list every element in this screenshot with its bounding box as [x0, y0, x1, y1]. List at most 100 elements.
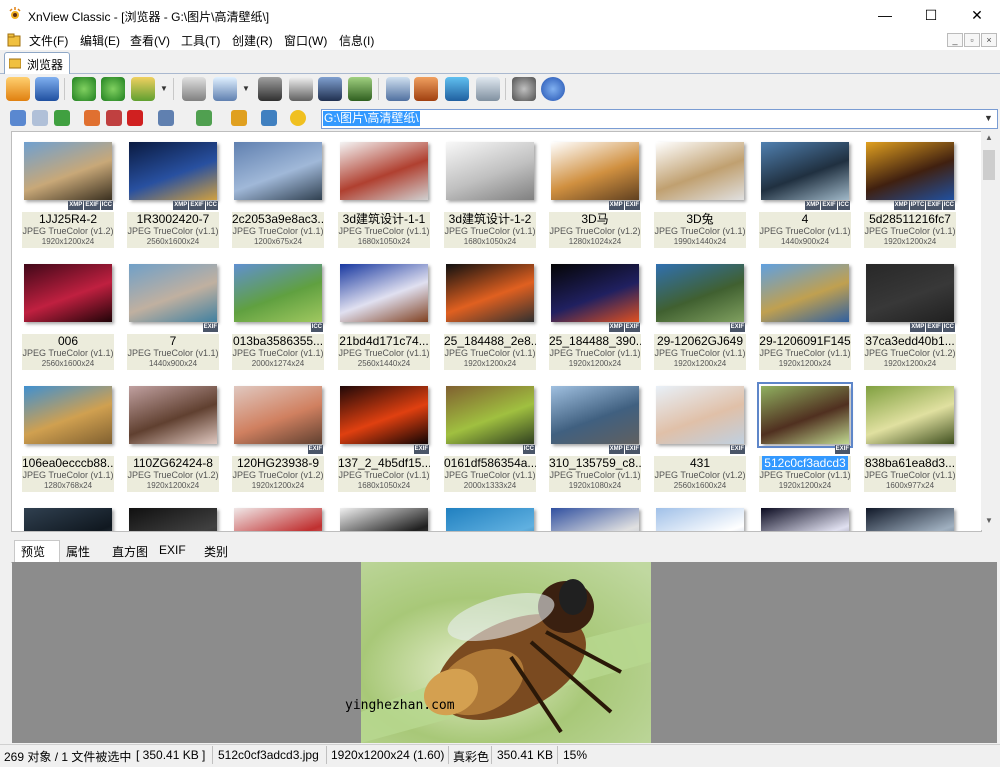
thumbnail-item[interactable]: EXIF 7 JPEG TrueColor (v1.1) 1440x900x24 [123, 260, 223, 370]
thumbnail-image[interactable] [761, 508, 849, 531]
thumbnail-item[interactable] [18, 504, 118, 531]
thumbnail-image[interactable] [866, 508, 954, 531]
tab-exif[interactable]: EXIF [159, 543, 186, 557]
thumbnail-item[interactable]: XMP IPTC EXIF ICC 5d28511216fc7 JPEG TrueColo… [860, 138, 960, 248]
thumbnail-image[interactable] [129, 508, 217, 531]
thumbnail-item[interactable]: 110ZG62424-8 JPEG TrueColor (v1.2) 1920x12… [123, 382, 223, 492]
thumbnail-item[interactable]: EXIF 29-12062GJ649 JPEG TrueColor (v1.1) 19… [650, 260, 750, 370]
thumbnail-item[interactable]: XMP EXIF ICC 1R3002420-7 JPEG TrueColor (v1.… [123, 138, 223, 248]
forward-arrow-icon[interactable] [32, 110, 48, 126]
copy-to-icon[interactable] [213, 77, 237, 101]
copy-dropdown-icon[interactable]: ▼ [242, 84, 250, 93]
rotate-right-icon[interactable] [101, 77, 125, 101]
thumbnail-item[interactable]: EXIF 137_2_4b5df15... JPEG TrueColor (v1.1… [334, 382, 434, 492]
thumbnail-image[interactable] [234, 508, 322, 531]
delete-icon[interactable] [127, 110, 143, 126]
thumbnail-image[interactable] [656, 264, 744, 322]
tab-preview[interactable]: 预览 [21, 543, 45, 560]
close-button[interactable]: ✕ [954, 0, 1000, 30]
thumbnail-item[interactable]: EXIF 120HG23938-9 JPEG TrueColor (v1.2) 192… [228, 382, 328, 492]
thumbnail-item[interactable] [860, 504, 960, 531]
settings-gear-icon[interactable] [512, 77, 536, 101]
back-arrow-icon[interactable] [10, 110, 26, 126]
thumbnail-image[interactable] [340, 508, 428, 531]
thumbnail-image[interactable] [340, 142, 428, 200]
thumbnail-image[interactable] [24, 264, 112, 322]
minimize-button[interactable]: — [862, 0, 908, 30]
address-input[interactable]: G:\图片\高清壁纸\ [323, 111, 420, 126]
info-icon[interactable] [541, 77, 565, 101]
thumbnail-item[interactable]: 3d建筑设计-1-1 JPEG TrueColor (v1.1) 1680x1050… [334, 138, 434, 248]
up-folder-icon[interactable] [54, 110, 70, 126]
open-browser-icon[interactable] [6, 77, 30, 101]
thumbnail-item[interactable]: XMP EXIF ICC 4 JPEG TrueColor (v1.1) 1440x900… [755, 138, 855, 248]
thumbnail-image[interactable] [866, 264, 954, 322]
rename-icon[interactable] [106, 110, 122, 126]
scroll-up-icon[interactable]: ▲ [982, 133, 996, 145]
scanner-icon[interactable] [318, 77, 342, 101]
mdi-restore-button[interactable]: ▫ [964, 33, 980, 47]
thumbnail-item[interactable]: 2c2053a9e8ac3... JPEG TrueColor (v1.1) 120… [228, 138, 328, 248]
favorites-star-icon[interactable] [290, 110, 306, 126]
menu-info[interactable]: 信息(I) [339, 32, 374, 49]
contact-sheet-icon[interactable] [476, 77, 500, 101]
thumbnail-image[interactable] [656, 142, 744, 200]
thumbnail-item[interactable] [650, 504, 750, 531]
slideshow-icon[interactable] [182, 77, 206, 101]
thumbnail-item[interactable]: XMP EXIF ICC 37ca3edd40b1... JPEG TrueColor … [860, 260, 960, 370]
tab-histogram[interactable]: 直方图 [112, 543, 148, 560]
thumbnail-image[interactable] [129, 264, 217, 322]
web-page-icon[interactable] [445, 77, 469, 101]
thumbnail-item[interactable] [545, 504, 645, 531]
batch-convert-icon[interactable] [348, 77, 372, 101]
rotate-left-icon[interactable] [72, 77, 96, 101]
thumbnail-item[interactable] [228, 504, 328, 531]
mdi-close-button[interactable]: × [981, 33, 997, 47]
thumbnail-item[interactable]: XMP EXIF ICC 1JJ25R4-2 JPEG TrueColor (v1.2)… [18, 138, 118, 248]
tab-properties[interactable]: 属性 [66, 543, 90, 560]
thumbnail-image[interactable] [551, 508, 639, 531]
thumbnail-item[interactable] [334, 504, 434, 531]
thumbnail-image[interactable] [866, 386, 954, 444]
thumbnail-item[interactable]: 106ea0ecccb88... JPEG TrueColor (v1.1) 128… [18, 382, 118, 492]
thumbnail-image[interactable] [446, 264, 534, 322]
thumbnail-item[interactable]: EXIF 431 JPEG TrueColor (v1.2) 2560x1600x24 [650, 382, 750, 492]
tab-browser[interactable]: 浏览器 [4, 52, 70, 74]
thumbnail-image[interactable] [866, 142, 954, 200]
thumbnail-image[interactable] [761, 264, 849, 322]
thumbnail-item[interactable]: 3D兔 JPEG TrueColor (v1.1) 1990x1440x24 [650, 138, 750, 248]
thumbnail-image[interactable] [340, 386, 428, 444]
thumbnail-image[interactable] [24, 386, 112, 444]
thumbnail-item[interactable]: XMP EXIF 3D马 JPEG TrueColor (v1.2) 1280x1024… [545, 138, 645, 248]
binoculars-search-icon[interactable] [258, 77, 282, 101]
thumbnail-item[interactable] [755, 504, 855, 531]
thumbnail-image[interactable] [446, 142, 534, 200]
menu-tools[interactable]: 工具(T) [181, 32, 220, 49]
convert-icon[interactable] [131, 77, 155, 101]
address-bar[interactable] [321, 109, 998, 129]
thumbnail-item[interactable]: 006 JPEG TrueColor (v1.1) 2560x1600x24 [18, 260, 118, 370]
thumbnail-item[interactable]: XMP EXIF 310_135759_c8... JPEG TrueColor (v… [545, 382, 645, 492]
maximize-button[interactable]: ☐ [908, 0, 954, 30]
horizontal-splitter[interactable] [11, 532, 997, 540]
capture-icon[interactable] [386, 77, 410, 101]
thumbnail-image[interactable] [656, 386, 744, 444]
mdi-minimize-button[interactable]: _ [947, 33, 963, 47]
thumbnail-item[interactable] [123, 504, 223, 531]
thumbnail-item[interactable]: 21bd4d171c74... JPEG TrueColor (v1.1) 2560… [334, 260, 434, 370]
sort-icon[interactable] [196, 110, 212, 126]
scrollbar-thumb[interactable] [983, 150, 995, 180]
convert-dropdown-icon[interactable]: ▼ [160, 84, 168, 93]
thumbnail-image[interactable] [757, 382, 853, 448]
address-dropdown-icon[interactable]: ▼ [984, 113, 993, 123]
thumbnail-image[interactable] [234, 142, 322, 200]
left-splitter[interactable] [0, 131, 10, 531]
menu-file[interactable]: 文件(F) [29, 32, 68, 49]
thumbnail-item[interactable] [440, 504, 540, 531]
thumbnail-item[interactable]: ICC 0161df586354a... JPEG TrueColor (v1.1)… [440, 382, 540, 492]
filter-icon[interactable] [231, 110, 247, 126]
thumbnail-item[interactable]: 29-1206091F145 JPEG TrueColor (v1.1) 1920x… [755, 260, 855, 370]
print-icon[interactable] [289, 77, 313, 101]
thumbnail-item[interactable]: ICC 013ba3586355... JPEG TrueColor (v1.1) 2… [228, 260, 328, 370]
menu-edit[interactable]: 编辑(E) [80, 32, 120, 49]
